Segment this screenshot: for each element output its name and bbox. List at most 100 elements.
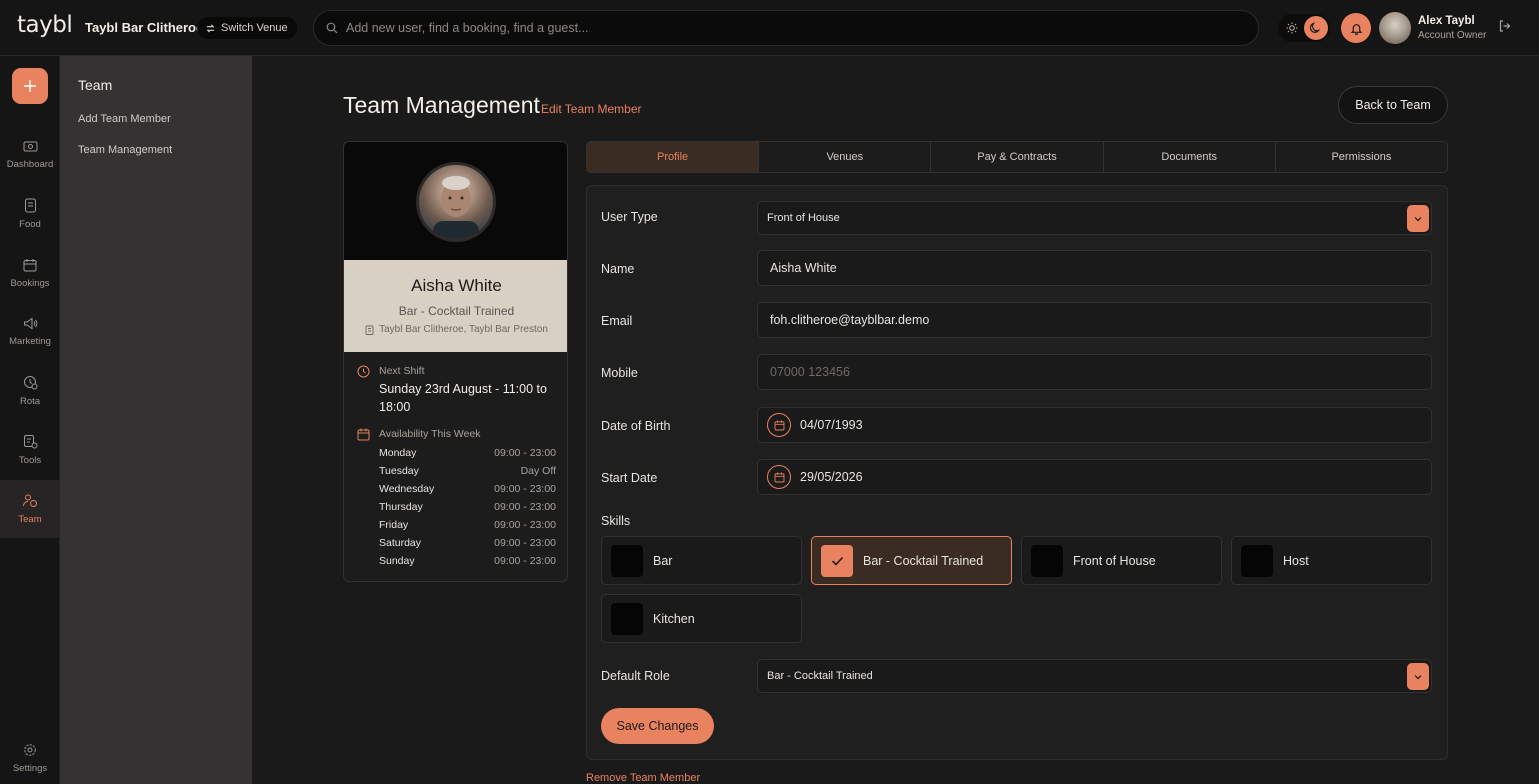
skills-label: Skills [601, 514, 631, 528]
profile-card-identity: Aisha White Bar - Cocktail Trained Taybl… [344, 260, 567, 352]
venue-building-icon [365, 325, 374, 335]
team-subnav: Team Add Team Member Team Management [60, 56, 252, 784]
food-icon [24, 198, 36, 213]
email-field[interactable] [770, 313, 1410, 327]
back-to-team-button[interactable]: Back to Team [1338, 86, 1448, 124]
switch-venue-button[interactable]: Switch Venue [197, 17, 297, 39]
start-date-field-wrap [757, 459, 1432, 495]
skill-checkbox-bar-cocktail-trained[interactable]: Bar - Cocktail Trained [811, 536, 1012, 585]
availability-day: Tuesday [379, 465, 419, 477]
subnav-add-team-member[interactable]: Add Team Member [78, 113, 171, 125]
tab-pay-contracts[interactable]: Pay & Contracts [931, 142, 1104, 172]
theme-toggle[interactable] [1278, 14, 1330, 42]
nav-tools-label: Tools [18, 455, 42, 466]
nav-settings[interactable]: Settings [0, 729, 60, 784]
user-type-label: User Type [601, 210, 658, 224]
nav-dashboard[interactable]: Dashboard [0, 126, 60, 184]
subnav-title: Team [78, 77, 113, 93]
availability-row: Tuesday Day Off [379, 465, 556, 477]
checkbox[interactable] [611, 602, 643, 635]
checkbox[interactable] [611, 544, 643, 577]
nav-food[interactable]: Food [0, 185, 60, 243]
dob-field[interactable] [800, 418, 1400, 432]
availability-row: Saturday 09:00 - 23:00 [379, 537, 556, 549]
calendar-icon[interactable] [767, 413, 791, 437]
nav-team[interactable]: Team [0, 480, 60, 538]
chevron-down-icon[interactable] [1407, 205, 1429, 232]
availability-day: Friday [379, 519, 409, 531]
start-date-label: Start Date [601, 471, 658, 485]
nav-marketing-label: Marketing [9, 336, 51, 347]
availability-label: Availability This Week [379, 428, 481, 440]
skill-checkbox-kitchen[interactable]: Kitchen [601, 594, 802, 643]
notifications-bell-icon[interactable] [1341, 13, 1371, 43]
availability-time: 09:00 - 23:00 [494, 447, 556, 459]
availability-day: Saturday [379, 537, 422, 549]
rota-icon [23, 376, 37, 390]
nav-bookings-label: Bookings [10, 277, 50, 289]
availability-row: Thursday 09:00 - 23:00 [379, 501, 556, 513]
subnav-team-management[interactable]: Team Management [78, 144, 172, 156]
chevron-down-icon[interactable] [1407, 663, 1429, 690]
remove-team-member-link[interactable]: Remove Team Member [586, 772, 700, 784]
default-role-select[interactable]: Bar - Cocktail Trained [757, 659, 1432, 693]
email-field-wrap [757, 302, 1432, 338]
tab-documents[interactable]: Documents [1104, 142, 1276, 172]
skill-checkbox-front-of-house[interactable]: Front of House [1021, 536, 1222, 585]
nav-marketing[interactable]: Marketing [0, 303, 60, 361]
logout-icon[interactable] [1498, 19, 1516, 37]
page-subtitle: Edit Team Member [541, 102, 642, 116]
next-shift-value: Sunday 23rd August - 11:00 to 18:00 [379, 382, 547, 414]
user-avatar[interactable] [1379, 12, 1411, 44]
switch-arrows-icon [206, 23, 215, 33]
profile-card-header [344, 142, 567, 260]
save-changes-button[interactable]: Save Changes [601, 708, 714, 744]
page-title: Team Management [343, 92, 540, 118]
checkbox[interactable] [1241, 544, 1273, 577]
bookings-icon [23, 258, 37, 271]
nav-rota[interactable]: Rota [0, 362, 60, 420]
user-name: Alex Taybl [1418, 15, 1475, 27]
name-label: Name [601, 262, 635, 276]
main-nav-rail: Dashboard Food Bookings Marketing Rota T… [0, 56, 60, 784]
taybl-logo[interactable]: taybl [17, 12, 73, 38]
availability-row: Wednesday 09:00 - 23:00 [379, 483, 556, 495]
skill-label: Bar [653, 553, 673, 568]
skill-checkbox-host[interactable]: Host [1231, 536, 1432, 585]
start-date-field[interactable] [800, 470, 1400, 484]
user-type-select[interactable]: Front of House [757, 201, 1432, 235]
name-field[interactable] [770, 261, 1410, 275]
name-field-wrap [757, 250, 1432, 286]
availability-day: Wednesday [379, 483, 435, 495]
tab-profile[interactable]: Profile [587, 142, 760, 172]
search-input[interactable] [346, 21, 1226, 35]
availability-time: 09:00 - 23:00 [494, 483, 556, 495]
nav-tools[interactable]: Tools [0, 421, 60, 479]
user-role: Account Owner [1418, 30, 1487, 41]
member-venues: Taybl Bar Clitheroe, Taybl Bar Preston [344, 324, 567, 335]
current-venue-name: Taybl Bar Clitheroe [85, 20, 204, 35]
member-tabs: Profile Venues Pay & Contracts Documents… [586, 141, 1448, 173]
global-search[interactable] [313, 10, 1259, 46]
dashboard-icon [23, 141, 37, 152]
availability-day: Sunday [379, 555, 415, 567]
tab-permissions[interactable]: Permissions [1276, 142, 1447, 172]
default-role-value: Bar - Cocktail Trained [767, 670, 873, 682]
nav-team-label: Team [18, 514, 42, 525]
skill-checkbox-bar[interactable]: Bar [601, 536, 802, 585]
calendar-icon[interactable] [767, 465, 791, 489]
user-type-value: Front of House [767, 212, 840, 224]
nav-bookings[interactable]: Bookings [0, 244, 60, 302]
profile-photo [416, 162, 496, 242]
gear-icon [24, 743, 36, 756]
tab-venues[interactable]: Venues [759, 142, 932, 172]
mobile-field[interactable] [770, 365, 1410, 379]
availability-day: Monday [379, 447, 417, 459]
checkbox[interactable] [1031, 544, 1063, 577]
availability-row: Monday 09:00 - 23:00 [379, 447, 556, 459]
profile-card: Aisha White Bar - Cocktail Trained Taybl… [343, 141, 568, 582]
sun-icon[interactable] [1284, 20, 1300, 36]
quick-add-button[interactable] [12, 68, 48, 104]
checkbox[interactable] [821, 544, 853, 577]
moon-icon[interactable] [1304, 16, 1328, 40]
